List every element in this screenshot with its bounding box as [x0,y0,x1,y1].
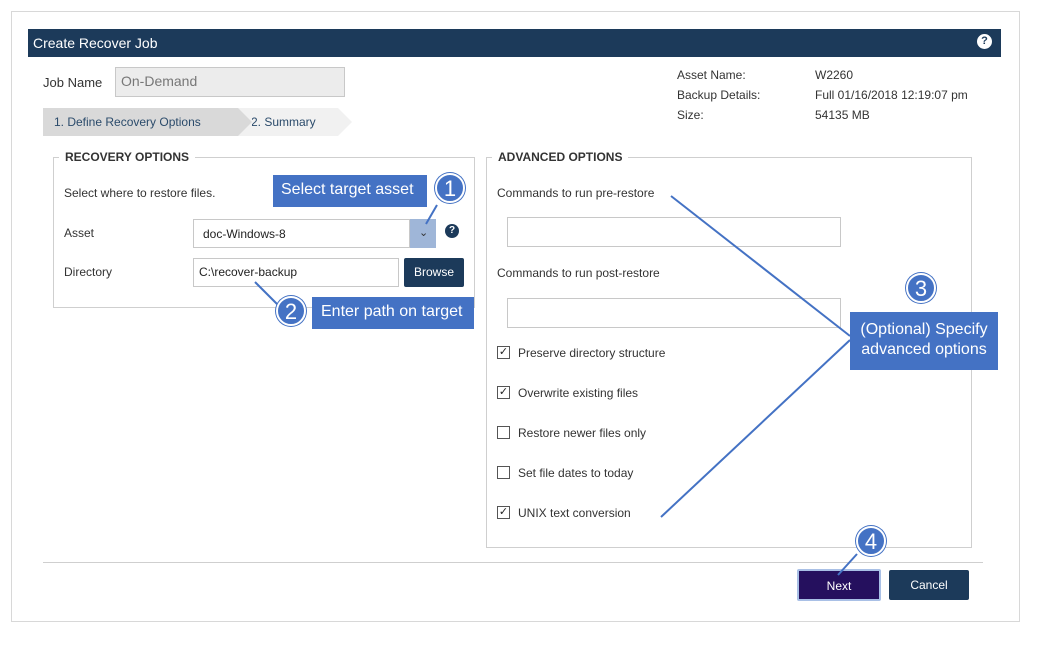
directory-input[interactable]: C:\recover-backup [193,258,399,287]
restore-instruction: Select where to restore files. [64,186,216,200]
chevron-down-icon: ⌄ [419,227,429,239]
restore-newer-label: Restore newer files only [518,426,647,440]
size-label: Size: [677,108,704,122]
advanced-options-legend: ADVANCED OPTIONS [492,150,629,164]
unix-text-label: UNIX text conversion [518,506,631,520]
backup-details-label: Backup Details: [677,88,761,102]
help-icon[interactable]: ? [977,34,992,49]
step-badge-1: 1 [435,173,465,203]
unix-text-checkbox[interactable]: ✓ [497,506,510,519]
callout-enter-path: Enter path on target [312,297,474,329]
asset-help-icon[interactable]: ? [445,224,459,238]
step-end-arrow [338,108,352,136]
job-name-field: On-Demand [115,67,345,97]
set-file-dates-checkbox[interactable] [497,466,510,479]
directory-label: Directory [64,265,113,279]
step-separator-arrow [238,108,252,136]
asset-label: Asset [64,226,95,240]
asset-dropdown-button[interactable]: ⌄ [409,219,436,248]
step-badge-2: 2 [276,296,306,326]
asset-name-value: W2260 [815,68,854,82]
asset-name-label: Asset Name: [677,68,746,82]
preserve-directory-label: Preserve directory structure [518,346,666,360]
job-name-label: Job Name [43,75,103,90]
pre-restore-label: Commands to run pre-restore [497,186,655,200]
pre-restore-input[interactable] [507,217,841,247]
restore-newer-checkbox[interactable] [497,426,510,439]
overwrite-files-checkbox[interactable]: ✓ [497,386,510,399]
step-badge-4: 4 [856,526,886,556]
post-restore-input[interactable] [507,298,841,328]
callout-advanced-options-line2: advanced options [861,341,987,358]
dialog-title: Create Recover Job [33,35,158,51]
recovery-options-legend: RECOVERY OPTIONS [59,150,196,164]
set-file-dates-label: Set file dates to today [518,466,634,480]
backup-details-value: Full 01/16/2018 12:19:07 pm [815,88,968,102]
cancel-button[interactable]: Cancel [889,570,969,600]
step-badge-3: 3 [906,273,936,303]
dialog-titlebar: Create Recover Job ? [28,29,1001,57]
step-summary[interactable]: 2. Summary [238,108,338,136]
callout-advanced-options-line1: (Optional) Specify [860,321,988,338]
size-value: 54135 MB [815,108,870,122]
browse-button[interactable]: Browse [404,258,464,287]
asset-select[interactable]: doc-Windows-8 [193,219,436,248]
step-define-recovery-options[interactable]: 1. Define Recovery Options [43,108,238,136]
footer-divider [43,562,983,563]
overwrite-files-label: Overwrite existing files [518,386,639,400]
wizard-steps: 1. Define Recovery Options 2. Summary [43,108,363,136]
next-button[interactable]: Next [797,569,881,601]
callout-advanced-options: (Optional) Specify advanced options [850,312,998,370]
post-restore-label: Commands to run post-restore [497,266,660,280]
callout-select-target-asset: Select target asset [273,175,427,207]
preserve-directory-checkbox[interactable]: ✓ [497,346,510,359]
